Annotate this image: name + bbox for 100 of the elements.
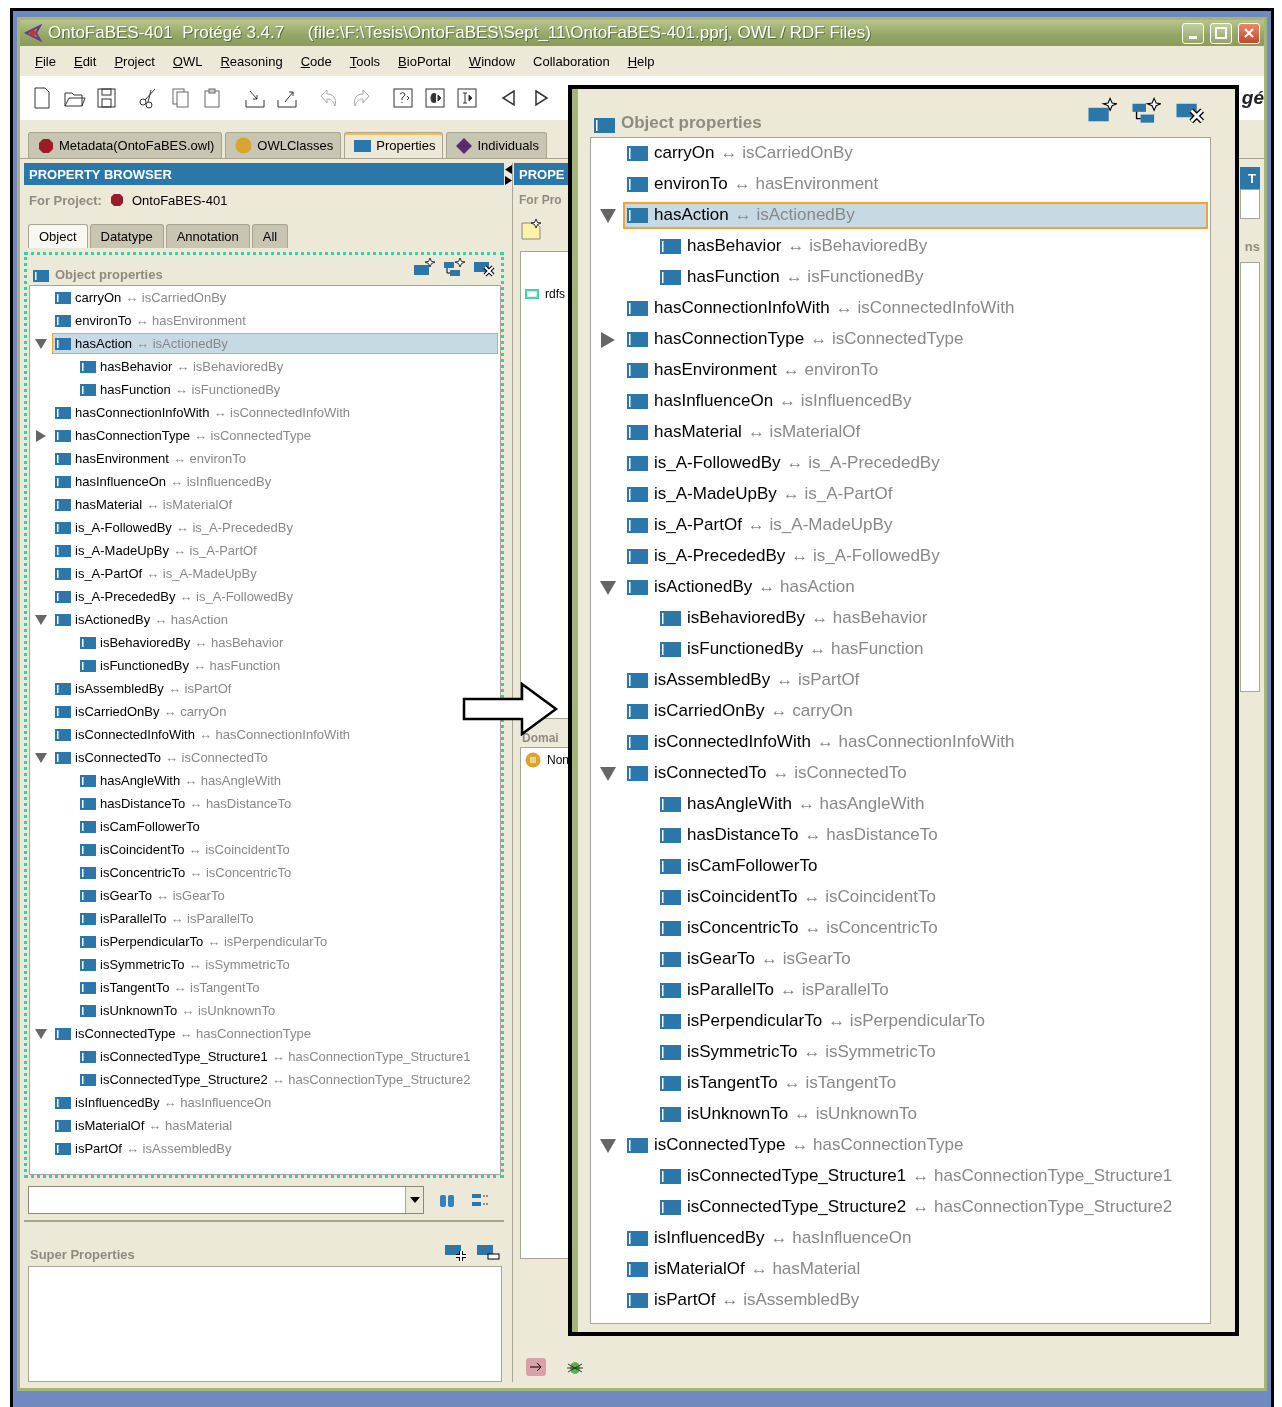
tree-item[interactable]: isMaterialOf ↔ hasMaterial	[623, 1255, 863, 1284]
tab[interactable]: OWLClasses	[225, 132, 342, 158]
menu-item[interactable]: Edit	[64, 53, 106, 69]
tree-item[interactable]: isCamFollowerTo	[656, 852, 820, 881]
menu-item[interactable]: Help	[618, 53, 664, 69]
tree-item[interactable]: is_A-PrecededBy ↔ is_A-FollowedBy	[623, 542, 942, 571]
tree-item[interactable]: hasAction ↔ isActionedBy	[52, 333, 498, 354]
tree-item[interactable]: isBehavioredBy ↔ hasBehavior	[656, 604, 930, 633]
menu-item[interactable]: Window	[459, 53, 525, 69]
tree-item[interactable]: isCoincidentTo ↔ isCoincidentTo	[656, 883, 938, 912]
menu-item[interactable]: Code	[291, 53, 341, 69]
inverse-property: ↔ isParallelTo	[170, 911, 254, 926]
tree-item[interactable]: isPerpendicularTo ↔ isPerpendicularTo	[77, 931, 329, 952]
tree-item[interactable]: hasInfluenceOn ↔ isInfluencedBy	[623, 387, 914, 416]
tree-item[interactable]: hasMaterial ↔ isMaterialOf	[623, 418, 863, 447]
tree-item[interactable]: environTo ↔ hasEnvironment	[52, 310, 247, 331]
tree-item[interactable]: isGearTo ↔ isGearTo	[77, 885, 226, 906]
tree-item[interactable]: hasConnectionInfoWith ↔ isConnectedInfoWith	[623, 294, 1017, 323]
tree-item[interactable]: isConcentricTo ↔ isConcentricTo	[77, 862, 293, 883]
tree-item[interactable]: isConnectedInfoWith ↔ hasConnectionInfoWith	[52, 724, 351, 745]
tree-item[interactable]: isConnectedInfoWith ↔ hasConnectionInfoWith	[623, 728, 1017, 757]
tree-item[interactable]: isConnectedType ↔ hasConnectionType	[623, 1131, 966, 1160]
tree-item[interactable]: isCamFollowerTo	[77, 816, 201, 837]
menu-item[interactable]: OWL	[163, 53, 212, 69]
tree-item[interactable]: isCoincidentTo ↔ isCoincidentTo	[77, 839, 291, 860]
tree-title: Object properties	[621, 113, 762, 133]
tree-item[interactable]: isTangentTo ↔ isTangentTo	[656, 1069, 899, 1098]
tree-item[interactable]: isSymmetricTo ↔ isSymmetricTo	[77, 954, 291, 975]
tree-item[interactable]: isBehavioredBy ↔ hasBehavior	[77, 632, 285, 653]
tree-item[interactable]: is_A-FollowedBy ↔ is_A-PrecededBy	[623, 449, 942, 478]
tree-item[interactable]: isConnectedType_Structure1 ↔ hasConnectionType_Structure1	[77, 1046, 472, 1067]
tree-item[interactable]: isParallelTo ↔ isParallelTo	[656, 976, 891, 1005]
tab[interactable]: Object	[28, 224, 88, 248]
tree-item[interactable]: isPartOf ↔ isAssembledBy	[623, 1286, 862, 1315]
tree-item[interactable]: isInfluencedBy ↔ hasInfluenceOn	[52, 1092, 273, 1113]
tree-item[interactable]: hasAngleWith ↔ hasAngleWith	[77, 770, 283, 791]
tree-item[interactable]: hasConnectionType ↔ isConnectedType	[52, 425, 312, 446]
tab[interactable]: Individuals	[446, 132, 547, 158]
tree-item[interactable]: is_A-PartOf ↔ is_A-MadeUpBy	[52, 563, 258, 584]
list-item[interactable]: Non	[547, 753, 569, 767]
tree-item[interactable]: hasDistanceTo ↔ hasDistanceTo	[656, 821, 940, 850]
tree-item[interactable]: is_A-FollowedBy ↔ is_A-PrecededBy	[52, 517, 294, 538]
tree-item[interactable]: isConnectedTo ↔ isConnectedTo	[52, 747, 269, 768]
tree-item[interactable]: hasMaterial ↔ isMaterialOf	[52, 494, 234, 515]
tree-item[interactable]: is_A-MadeUpBy ↔ is_A-PartOf	[52, 540, 258, 561]
menu-item[interactable]: BioPortal	[389, 53, 460, 69]
tree-item[interactable]: isCarriedOnBy ↔ carryOn	[52, 701, 228, 722]
tree-item[interactable]: isUnknownTo ↔ isUnknownTo	[656, 1100, 919, 1129]
tree-item[interactable]: isConnectedType_Structure2 ↔ hasConnectionType_Structure2	[656, 1193, 1175, 1222]
tab[interactable]: Properties	[344, 132, 444, 158]
tree-item[interactable]: isInfluencedBy ↔ hasInfluenceOn	[623, 1224, 914, 1253]
tree-item[interactable]: isConnectedTo ↔ isConnectedTo	[623, 759, 909, 788]
tree-item[interactable]: isAssembledBy ↔ isPartOf	[52, 678, 233, 699]
tree-item[interactable]: is_A-MadeUpBy ↔ is_A-PartOf	[623, 480, 895, 509]
tree-item[interactable]: isPartOf ↔ isAssembledBy	[52, 1138, 233, 1159]
tab[interactable]: Metadata(OntoFaBES.owl)	[28, 132, 223, 158]
inverse-property: ↔ hasAngleWith	[184, 773, 282, 788]
tree-item[interactable]: hasAngleWith ↔ hasAngleWith	[656, 790, 927, 819]
tree-item[interactable]: isSymmetricTo ↔ isSymmetricTo	[656, 1038, 938, 1067]
tree-item[interactable]: isPerpendicularTo ↔ isPerpendicularTo	[656, 1007, 987, 1036]
tree-item[interactable]: hasBehavior ↔ isBehavioredBy	[77, 356, 285, 377]
menu-item[interactable]: Project	[105, 53, 164, 69]
tree-item[interactable]: hasFunction ↔ isFunctionedBy	[77, 379, 282, 400]
tree-item[interactable]: isParallelTo ↔ isParallelTo	[77, 908, 255, 929]
tree-item[interactable]: isTangentTo ↔ isTangentTo	[77, 977, 261, 998]
menu-item[interactable]: Reasoning	[211, 53, 292, 69]
tab[interactable]: Datatype	[89, 224, 164, 248]
tree-item[interactable]: is_A-PartOf ↔ is_A-MadeUpBy	[623, 511, 895, 540]
tree-item[interactable]: hasEnvironment ↔ environTo	[623, 356, 881, 385]
tree-item[interactable]: isAssembledBy ↔ isPartOf	[623, 666, 862, 695]
tree-item[interactable]: hasInfluenceOn ↔ isInfluencedBy	[52, 471, 273, 492]
tree-item[interactable]: hasBehavior ↔ isBehavioredBy	[656, 232, 930, 261]
tree-item[interactable]: isGearTo ↔ isGearTo	[656, 945, 853, 974]
tree-item[interactable]: carryOn ↔ isCarriedOnBy	[52, 287, 228, 308]
type-button[interactable]: T	[1240, 167, 1260, 189]
tree-item[interactable]: hasFunction ↔ isFunctionedBy	[656, 263, 926, 292]
tree-item[interactable]: isActionedBy ↔ hasAction	[52, 609, 229, 630]
property-name: hasAngleWith	[687, 794, 792, 815]
tree-item[interactable]: isConnectedType_Structure2 ↔ hasConnectionType_Structure2	[77, 1069, 472, 1090]
tree-item[interactable]: isMaterialOf ↔ hasMaterial	[52, 1115, 234, 1136]
tree-item[interactable]: isFunctionedBy ↔ hasFunction	[656, 635, 926, 664]
tree-item[interactable]: hasAction ↔ isActionedBy	[623, 201, 1208, 230]
tree-item[interactable]: hasConnectionInfoWith ↔ isConnectedInfoWith	[52, 402, 351, 423]
tree-item[interactable]: hasConnectionType ↔ isConnectedType	[623, 325, 966, 354]
tab[interactable]: Annotation	[165, 224, 250, 248]
tab[interactable]: All	[251, 224, 289, 248]
tree-item[interactable]: hasEnvironment ↔ environTo	[52, 448, 247, 469]
menu-item[interactable]: Tools	[340, 53, 390, 69]
menu-item[interactable]: File	[26, 53, 65, 69]
tree-item[interactable]: hasDistanceTo ↔ hasDistanceTo	[77, 793, 293, 814]
tree-item[interactable]: is_A-PrecededBy ↔ is_A-FollowedBy	[52, 586, 294, 607]
tree-item[interactable]: isConcentricTo ↔ isConcentricTo	[656, 914, 940, 943]
property-name: isSymmetricTo	[100, 957, 185, 972]
tree-item[interactable]: isCarriedOnBy ↔ carryOn	[623, 697, 855, 726]
tree-item[interactable]: isConnectedType ↔ hasConnectionType	[52, 1023, 312, 1044]
tree-item[interactable]: isUnknownTo ↔ isUnknownTo	[77, 1000, 277, 1021]
tree-item[interactable]: isActionedBy ↔ hasAction	[623, 573, 857, 602]
tree-item[interactable]: isFunctionedBy ↔ hasFunction	[77, 655, 282, 676]
tree-item[interactable]: isConnectedType_Structure1 ↔ hasConnectionType_Structure1	[656, 1162, 1175, 1191]
menu-item[interactable]: Collaboration	[524, 53, 619, 69]
